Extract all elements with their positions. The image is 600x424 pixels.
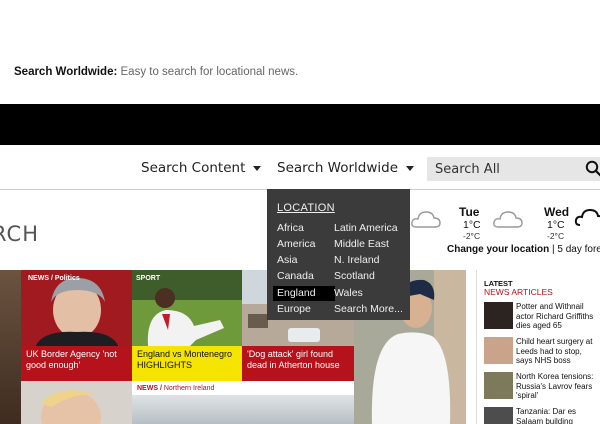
news-tile-sport[interactable]: SPORT England vs Montenegro HIGHLIGHTS [132, 270, 242, 381]
weather-high-wed: 1°C [547, 219, 565, 231]
sidebar-article[interactable]: Child heart surgery at Leeds had to stop… [484, 337, 599, 367]
location-asia[interactable]: Asia [277, 253, 297, 268]
search-worldwide-label: Search Worldwide [277, 160, 399, 176]
sidebar-article[interactable]: Tanzania: Dar es Salaam building collaps… [484, 407, 599, 424]
news-tag: SPORT [136, 275, 161, 282]
search-content-menu[interactable]: Search Content [141, 160, 262, 176]
weather-day-wed: Wed [544, 205, 570, 219]
news-headline: UK Border Agency 'not good enough' [21, 346, 132, 381]
location-scotland[interactable]: Scotland [334, 269, 375, 284]
news-tag-section: NEWS / [137, 385, 164, 392]
location-n-ireland[interactable]: N. Ireland [334, 253, 380, 268]
weather-low-wed: -2°C [547, 231, 565, 241]
article-thumbnail [484, 337, 513, 364]
caption: Search Worldwide: Easy to search for loc… [14, 66, 298, 78]
article-title: Tanzania: Dar es Salaam building collaps… [516, 407, 577, 424]
rain-cloud-icon [574, 208, 600, 226]
article-title: North Korea tensions: Russia's Lavrov fe… [516, 372, 594, 400]
page-title: RCH [0, 222, 39, 246]
caption-text: Easy to search for locational news. [117, 66, 299, 78]
chevron-down-icon [406, 165, 415, 171]
news-photo-person [21, 381, 132, 424]
location-search-more[interactable]: Search More... [334, 302, 403, 317]
location-canada[interactable]: Canada [277, 269, 314, 284]
article-thumbnail [484, 372, 513, 399]
location-dropdown: LOCATION Africa America Asia Canada Engl… [267, 189, 410, 320]
news-tile-politics[interactable]: NEWS / Politics UK Border Agency 'not go… [21, 270, 132, 381]
location-america[interactable]: America [277, 237, 316, 252]
location-middle-east[interactable]: Middle East [334, 237, 389, 252]
search-input[interactable] [427, 157, 587, 181]
news-tile-northern-ireland[interactable]: NEWS / Northern Ireland [132, 381, 354, 424]
cloud-icon [411, 211, 441, 228]
five-day-forecast-link[interactable]: | 5 day foreca [549, 244, 600, 255]
location-wales[interactable]: Wales [334, 286, 363, 301]
change-location-link[interactable]: Change your location [447, 244, 549, 255]
search-icon[interactable] [585, 160, 600, 178]
news-image [132, 395, 354, 424]
latest-news-sidebar: LATEST NEWS ARTICLES Potter and Withnail… [476, 270, 600, 424]
news-tag: NEWS / Northern Ireland [137, 385, 214, 392]
article-title: Potter and Withnail actor Richard Griffi… [516, 302, 594, 330]
article-thumbnail [484, 302, 513, 329]
cloud-icon [493, 211, 523, 228]
news-tag: NEWS / Politics [28, 275, 80, 282]
location-england-selected[interactable]: England [273, 286, 335, 301]
sidebar-article[interactable]: North Korea tensions: Russia's Lavrov fe… [484, 372, 599, 402]
news-tile-person[interactable] [21, 381, 132, 424]
chevron-down-icon [253, 165, 262, 171]
caption-title: Search Worldwide: [14, 66, 118, 78]
location-africa[interactable]: Africa [277, 221, 304, 236]
location-europe[interactable]: Europe [277, 302, 311, 317]
sidebar-article[interactable]: Potter and Withnail actor Richard Griffi… [484, 302, 599, 332]
news-headline: 'Dog attack' girl found dead in Atherton… [242, 346, 354, 381]
top-black-bar [0, 104, 600, 145]
search-box [427, 157, 600, 181]
search-worldwide-menu[interactable]: Search Worldwide [277, 160, 415, 176]
news-tag-sub: Northern Ireland [163, 385, 215, 392]
weather-day-tue: Tue [459, 205, 480, 219]
news-articles-label: NEWS ARTICLES [484, 287, 553, 297]
article-title: Child heart surgery at Leeds had to stop… [516, 337, 593, 365]
search-content-label: Search Content [141, 160, 246, 176]
location-latin-america[interactable]: Latin America [334, 221, 398, 236]
weather-links: Change your location | 5 day foreca [447, 244, 600, 255]
weather-high-tue: 1°C [463, 219, 481, 231]
news-headline: England vs Montenegro HIGHLIGHTS [132, 346, 242, 381]
dropdown-heading: LOCATION [277, 202, 335, 214]
weather-low-tue: -2°C [463, 231, 481, 241]
news-image[interactable] [0, 270, 21, 424]
article-thumbnail [484, 407, 513, 424]
